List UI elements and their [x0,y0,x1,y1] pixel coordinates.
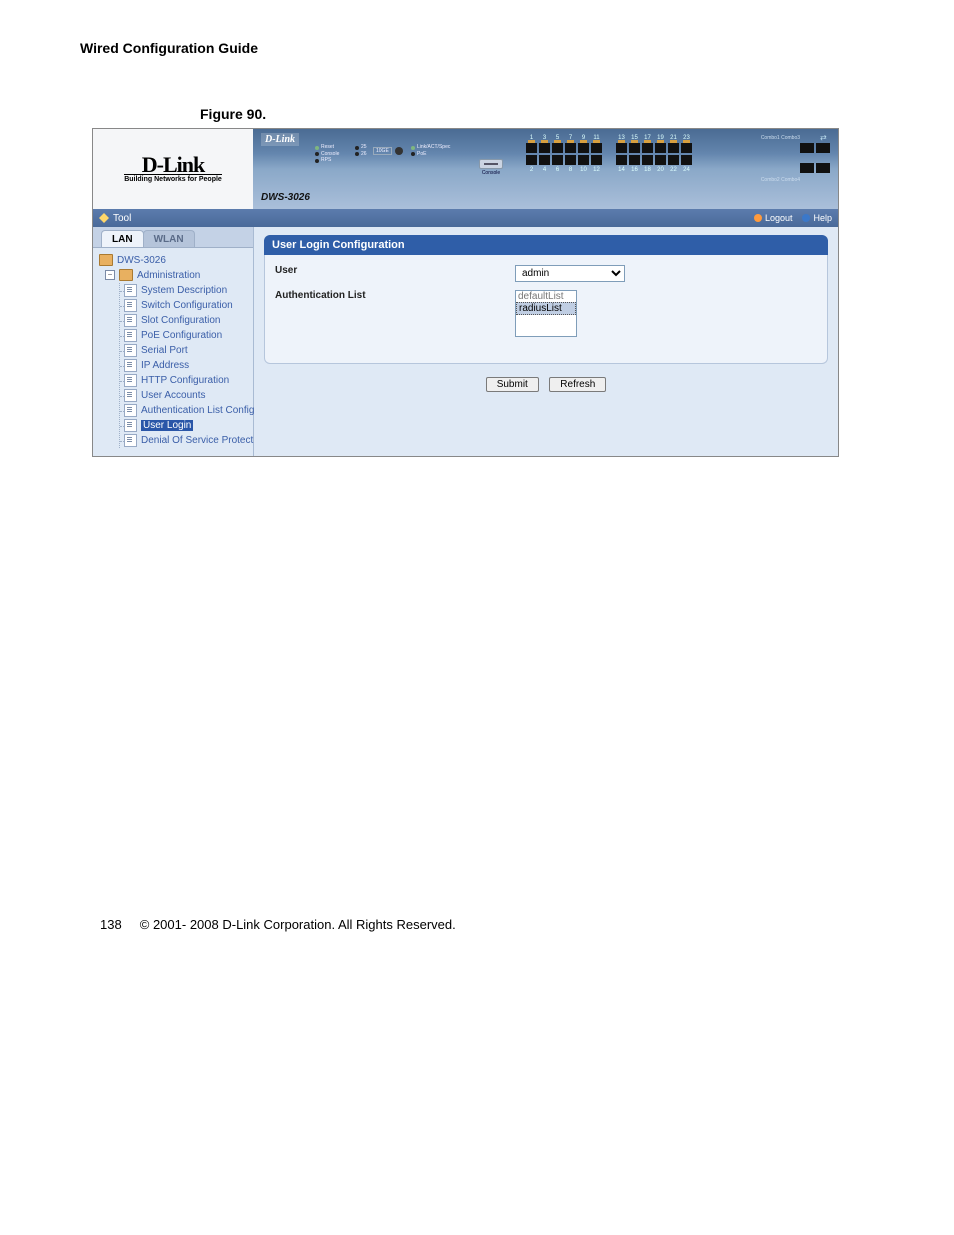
page-icon [124,434,137,447]
tree-folder-administration[interactable]: − Administration [105,269,249,281]
tool-icon [99,213,109,223]
app-screenshot: D-Link Building Networks for People D-Li… [92,128,839,457]
brand-tagline: Building Networks for People [124,174,222,183]
page-icon [124,329,137,342]
page-icon [124,359,137,372]
panel-body: User admin Authentication List defaultLi… [264,255,828,364]
logout-link[interactable]: Logout [754,213,793,223]
device-model: DWS-3026 [261,192,310,203]
brand-logo: D-Link [142,155,204,175]
led-10ge: 10GE [373,147,392,155]
tree-root-label: DWS-3026 [117,255,166,266]
port-numbers-bottom-left: 24681012 [525,167,603,173]
panel-title: User Login Configuration [264,235,828,255]
banner: D-Link Building Networks for People D-Li… [93,129,838,209]
led-poe: PoE [417,152,426,158]
page-icon [124,419,137,432]
page-footer: 138 © 2001- 2008 D-Link Corporation. All… [80,917,894,932]
combo-label-top: Combo1 Combo3 [761,135,800,141]
tool-menu[interactable]: Tool [99,213,131,224]
led-25: 25 [361,145,367,151]
tree-item-system-description[interactable]: System Description [124,283,249,298]
port-numbers-top-right: 131517192123 [615,135,693,141]
tree-item-ip-address[interactable]: IP Address [124,358,249,373]
tree-item-denial-of-service-protect[interactable]: Denial Of Service Protect [124,433,249,448]
tree-item-user-accounts[interactable]: User Accounts [124,388,249,403]
switch-ports: 1357911 131517192123 [525,135,705,173]
help-label: Help [813,213,832,223]
led-rps: RPS [321,158,331,164]
authlist-listbox[interactable]: defaultList radiusList [515,290,577,337]
console-label: Console [479,170,503,176]
combo-ports-top [800,143,830,153]
led-link: Link/ACT/Spec [417,145,450,151]
refresh-button[interactable]: Refresh [549,377,606,392]
submit-button[interactable]: Submit [486,377,539,392]
tool-label: Tool [113,213,131,224]
main-panel: User Login Configuration User admin Auth… [254,227,838,456]
brand-block: D-Link Building Networks for People [93,129,253,209]
combo-ports-bottom [800,163,830,173]
sidebar-tabs: LAN WLAN [93,227,253,248]
tree-root[interactable]: DWS-3026 [99,254,249,266]
logout-icon [754,214,762,222]
help-icon [802,214,810,222]
page-icon [124,314,137,327]
authlist-label: Authentication List [275,290,515,301]
toolbar: Tool Logout Help [93,209,838,227]
copyright: © 2001- 2008 D-Link Corporation. All Rig… [140,917,456,932]
sidebar: LAN WLAN DWS-3026 − Administration Syste… [93,227,254,456]
tab-wlan[interactable]: WLAN [143,230,195,247]
content-body: LAN WLAN DWS-3026 − Administration Syste… [93,227,838,456]
device-brand: D-Link [261,133,299,146]
page-icon [124,344,137,357]
tree-item-slot-configuration[interactable]: Slot Configuration [124,313,249,328]
logout-label: Logout [765,213,793,223]
tab-lan[interactable]: LAN [101,230,144,247]
figure-caption: Figure 90. [200,106,894,122]
led-26: 26 [361,152,367,158]
tree-item-switch-configuration[interactable]: Switch Configuration [124,298,249,313]
page-icon [124,404,137,417]
user-label: User [275,265,515,276]
doc-header: Wired Configuration Guide [80,40,894,56]
page-icon [124,374,137,387]
authlist-option-default[interactable]: defaultList [516,291,576,302]
tree-folder-label: Administration [137,270,200,281]
device-image: D-Link DWS-3026 Reset Console RPS 25 26 … [253,129,838,209]
tree-item-poe-configuration[interactable]: PoE Configuration [124,328,249,343]
tree-item-authentication-list-config[interactable]: Authentication List Config [124,403,249,418]
collapse-icon[interactable]: − [105,270,115,280]
page-number: 138 [100,917,122,932]
tree-item-user-login[interactable]: User Login [124,418,249,433]
page-icon [124,299,137,312]
device-icon [99,254,113,266]
authlist-option-radius[interactable]: radiusList [516,302,576,315]
port-numbers-top-left: 1357911 [525,135,603,141]
tree-item-serial-port[interactable]: Serial Port [124,343,249,358]
help-link[interactable]: Help [802,213,832,223]
user-select[interactable]: admin [515,265,625,282]
page-icon [124,284,137,297]
page-icon [124,389,137,402]
tree-items: System Description Switch Configuration … [119,283,249,448]
led-reset: Reset [321,145,334,151]
folder-icon [119,269,133,281]
led-block: Reset Console RPS [315,145,339,165]
port-numbers-bottom-right: 141618202224 [615,167,693,173]
button-row: Submit Refresh [264,374,828,392]
uplink-icon: ⇄ [820,133,832,140]
console-port: Console [479,159,503,176]
tree-item-http-configuration[interactable]: HTTP Configuration [124,373,249,388]
combo-label-bottom: Combo2 Combo4 [761,177,800,183]
nav-tree: DWS-3026 − Administration System Descrip… [93,248,253,456]
